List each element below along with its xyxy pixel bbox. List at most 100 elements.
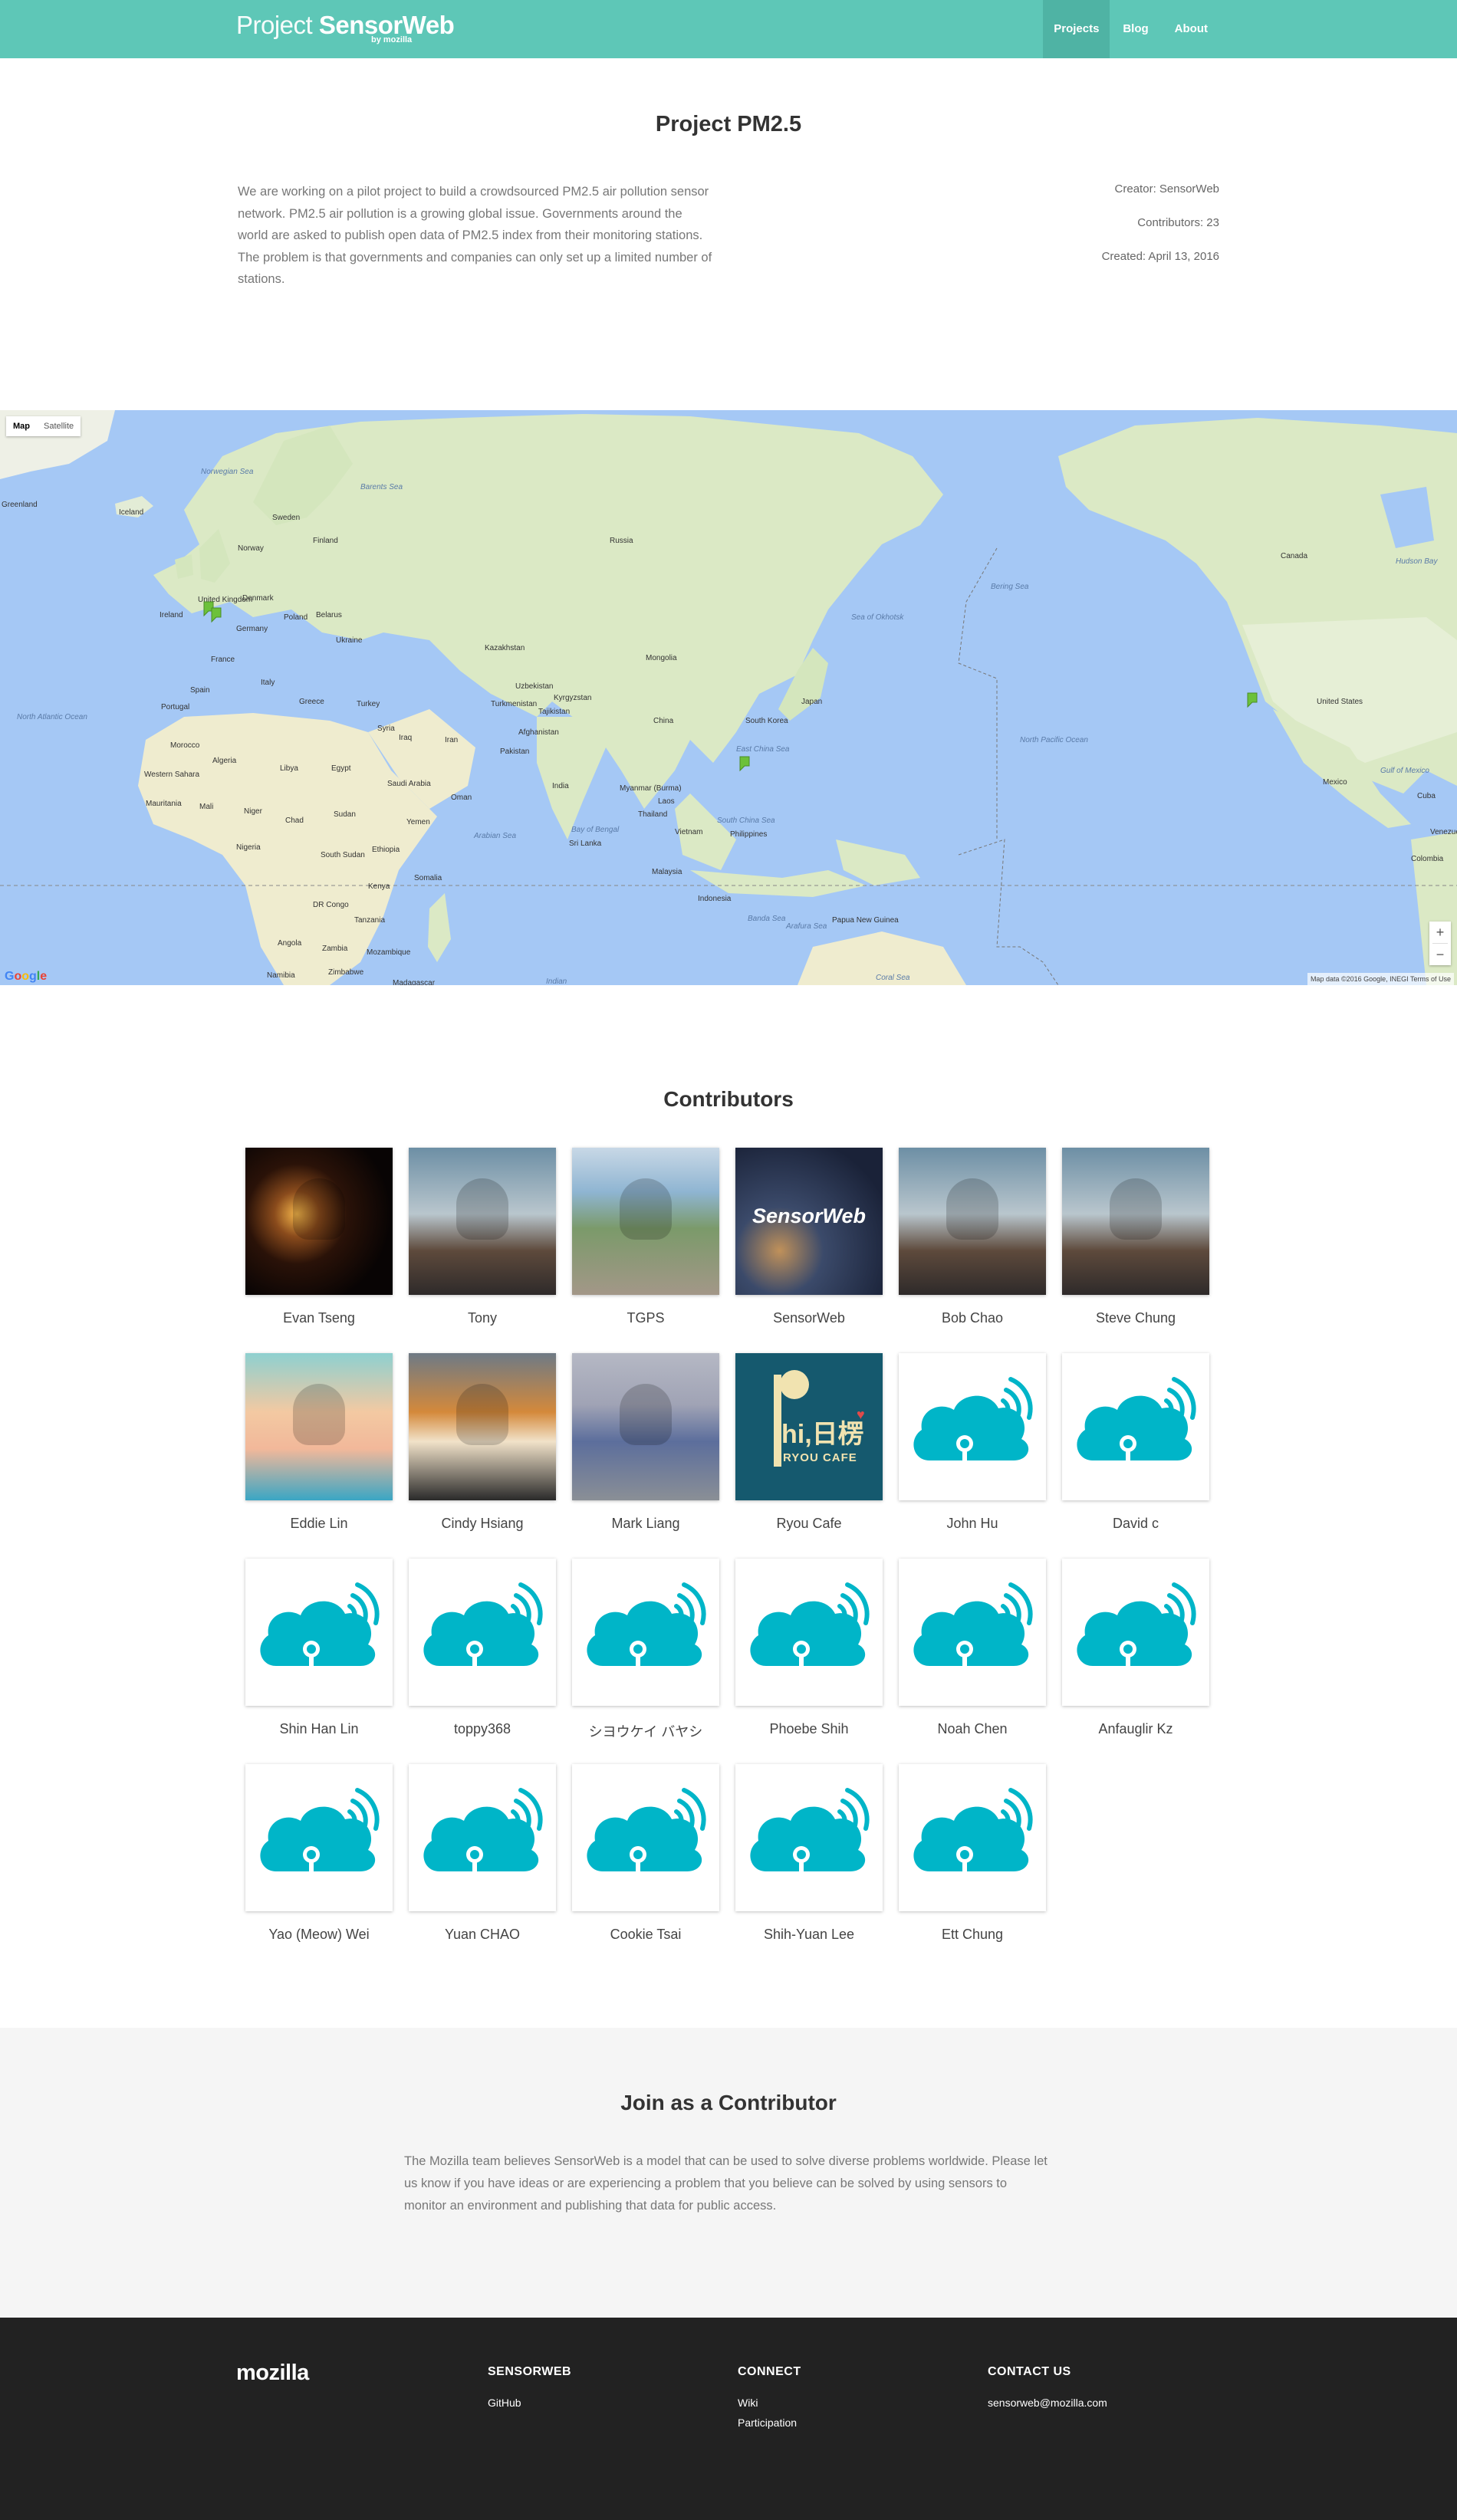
contributor-card[interactable]: Eddie Lin bbox=[245, 1353, 393, 1532]
contributor-avatar[interactable] bbox=[409, 1559, 556, 1706]
contributor-card[interactable]: toppy368 bbox=[409, 1559, 556, 1737]
mozilla-logo[interactable]: mozilla bbox=[236, 2361, 309, 2386]
contributor-card[interactable]: Shin Han Lin bbox=[245, 1559, 393, 1737]
nav-link-projects[interactable]: Projects bbox=[1043, 0, 1110, 58]
contributor-name[interactable]: Ett Chung bbox=[899, 1927, 1046, 1943]
map-label: Egypt bbox=[331, 764, 351, 773]
contributor-avatar[interactable] bbox=[899, 1559, 1046, 1706]
contributor-card[interactable]: Cookie Tsai bbox=[572, 1764, 719, 1943]
footer-link-wiki[interactable]: Wiki bbox=[738, 2393, 801, 2413]
map-type-map-button[interactable]: Map bbox=[6, 416, 37, 436]
contributor-card[interactable]: Bob Chao bbox=[899, 1148, 1046, 1326]
google-logo[interactable]: Google bbox=[5, 970, 47, 984]
contributor-name[interactable]: Noah Chen bbox=[899, 1721, 1046, 1737]
contributor-card[interactable]: Evan Tseng bbox=[245, 1148, 393, 1326]
contributor-avatar[interactable] bbox=[409, 1764, 556, 1911]
map-label: Sudan bbox=[334, 810, 356, 819]
contributor-avatar[interactable] bbox=[1062, 1353, 1209, 1500]
contributor-avatar[interactable] bbox=[245, 1764, 393, 1911]
brand-logo[interactable]: Project SensorWeb bbox=[236, 11, 455, 40]
contributor-name[interactable]: Ryou Cafe bbox=[735, 1516, 883, 1532]
map-marker-pin[interactable] bbox=[210, 606, 222, 623]
contributor-card[interactable]: TGPS bbox=[572, 1148, 719, 1326]
contributor-name[interactable]: toppy368 bbox=[409, 1721, 556, 1737]
contributor-name[interactable]: Evan Tseng bbox=[245, 1310, 393, 1326]
contributor-name[interactable]: TGPS bbox=[572, 1310, 719, 1326]
map-credit[interactable]: Map data ©2016 Google, INEGI Terms of Us… bbox=[1307, 973, 1454, 985]
zoom-in-button[interactable]: + bbox=[1429, 922, 1451, 943]
contributor-avatar[interactable] bbox=[245, 1353, 393, 1500]
contributor-avatar[interactable] bbox=[572, 1559, 719, 1706]
map-label: Iraq bbox=[399, 734, 413, 742]
contributor-card[interactable]: Yao (Meow) Wei bbox=[245, 1764, 393, 1943]
map-label: Laos bbox=[658, 797, 675, 806]
contributor-avatar[interactable] bbox=[899, 1148, 1046, 1295]
contributor-name[interactable]: Bob Chao bbox=[899, 1310, 1046, 1326]
nav-link-blog[interactable]: Blog bbox=[1110, 0, 1161, 58]
contributor-card[interactable]: David c bbox=[1062, 1353, 1209, 1532]
contributors-title: Contributors bbox=[663, 1087, 794, 1111]
contributor-name[interactable]: Eddie Lin bbox=[245, 1516, 393, 1532]
footer-link-participation[interactable]: Participation bbox=[738, 2413, 801, 2433]
footer-heading: CONTACT US bbox=[988, 2365, 1071, 2378]
contributor-name[interactable]: Shih-Yuan Lee bbox=[735, 1927, 883, 1943]
contributor-card[interactable]: Yuan CHAO bbox=[409, 1764, 556, 1943]
contributor-card[interactable]: シヨウケイ バヤシ bbox=[572, 1559, 719, 1741]
contributor-card[interactable]: Cindy Hsiang bbox=[409, 1353, 556, 1532]
contributor-name[interactable]: シヨウケイ バヤシ bbox=[572, 1721, 719, 1741]
contributor-name[interactable]: Yuan CHAO bbox=[409, 1927, 556, 1943]
contributor-name[interactable]: Shin Han Lin bbox=[245, 1721, 393, 1737]
contributor-avatar[interactable] bbox=[735, 1559, 883, 1706]
contributor-avatar[interactable] bbox=[245, 1148, 393, 1295]
footer-link-github[interactable]: GitHub bbox=[488, 2393, 571, 2413]
map-label: Gulf of Mexico bbox=[1380, 767, 1429, 775]
contributor-card[interactable]: Ett Chung bbox=[899, 1764, 1046, 1943]
contributor-name[interactable]: Tony bbox=[409, 1310, 556, 1326]
contributor-avatar[interactable] bbox=[572, 1764, 719, 1911]
contributor-avatar[interactable] bbox=[735, 1764, 883, 1911]
map-label: East China Sea bbox=[736, 745, 790, 754]
zoom-out-button[interactable]: − bbox=[1429, 944, 1451, 965]
contributor-avatar[interactable] bbox=[572, 1353, 719, 1500]
contributor-avatar[interactable] bbox=[899, 1353, 1046, 1500]
map-marker-pin[interactable] bbox=[738, 755, 751, 772]
contributor-avatar[interactable] bbox=[899, 1764, 1046, 1911]
contributor-name[interactable]: Phoebe Shih bbox=[735, 1721, 883, 1737]
contributor-card[interactable]: John Hu bbox=[899, 1353, 1046, 1532]
nav-link-about[interactable]: About bbox=[1162, 0, 1221, 58]
contributor-card[interactable]: Shih-Yuan Lee bbox=[735, 1764, 883, 1943]
contributor-avatar[interactable] bbox=[1062, 1148, 1209, 1295]
contributor-avatar[interactable]: SensorWeb bbox=[735, 1148, 883, 1295]
contributor-avatar[interactable] bbox=[409, 1353, 556, 1500]
contributor-card[interactable]: Mark Liang bbox=[572, 1353, 719, 1532]
contributor-card[interactable]: Anfauglir Kz bbox=[1062, 1559, 1209, 1737]
contributor-name[interactable]: Yao (Meow) Wei bbox=[245, 1927, 393, 1943]
contributor-name[interactable]: John Hu bbox=[899, 1516, 1046, 1532]
contributor-name[interactable]: David c bbox=[1062, 1516, 1209, 1532]
contributor-card[interactable]: Steve Chung bbox=[1062, 1148, 1209, 1326]
contributor-card[interactable]: Phoebe Shih bbox=[735, 1559, 883, 1737]
contributor-avatar[interactable] bbox=[245, 1559, 393, 1706]
contributor-card[interactable]: Tony bbox=[409, 1148, 556, 1326]
contributor-name[interactable]: Steve Chung bbox=[1062, 1310, 1209, 1326]
contributor-card[interactable]: hi,日楞 RYOU CAFE ♥ Ryou Cafe bbox=[735, 1353, 883, 1532]
map-label: North Atlantic Ocean bbox=[17, 713, 87, 721]
contributor-avatar[interactable]: hi,日楞 RYOU CAFE ♥ bbox=[735, 1353, 883, 1500]
map-label: South Korea bbox=[745, 717, 788, 725]
contributor-avatar[interactable] bbox=[1062, 1559, 1209, 1706]
map-label: Oman bbox=[451, 793, 472, 802]
contributor-name[interactable]: Cindy Hsiang bbox=[409, 1516, 556, 1532]
world-map[interactable]: Map Satellite Norwegian Sea Iceland Sweden… bbox=[0, 410, 1457, 985]
brand-light: Project bbox=[236, 11, 313, 39]
contributor-card[interactable]: SensorWeb SensorWeb bbox=[735, 1148, 883, 1326]
contributor-card[interactable]: Noah Chen bbox=[899, 1559, 1046, 1737]
contributor-avatar[interactable] bbox=[409, 1148, 556, 1295]
map-type-satellite-button[interactable]: Satellite bbox=[37, 416, 81, 436]
map-marker-pin[interactable] bbox=[1246, 692, 1258, 708]
footer-link-email[interactable]: sensorweb@mozilla.com bbox=[988, 2393, 1107, 2413]
contributor-avatar[interactable] bbox=[572, 1148, 719, 1295]
contributor-name[interactable]: Mark Liang bbox=[572, 1516, 719, 1532]
contributor-name[interactable]: Anfauglir Kz bbox=[1062, 1721, 1209, 1737]
contributor-name[interactable]: SensorWeb bbox=[735, 1310, 883, 1326]
contributor-name[interactable]: Cookie Tsai bbox=[572, 1927, 719, 1943]
